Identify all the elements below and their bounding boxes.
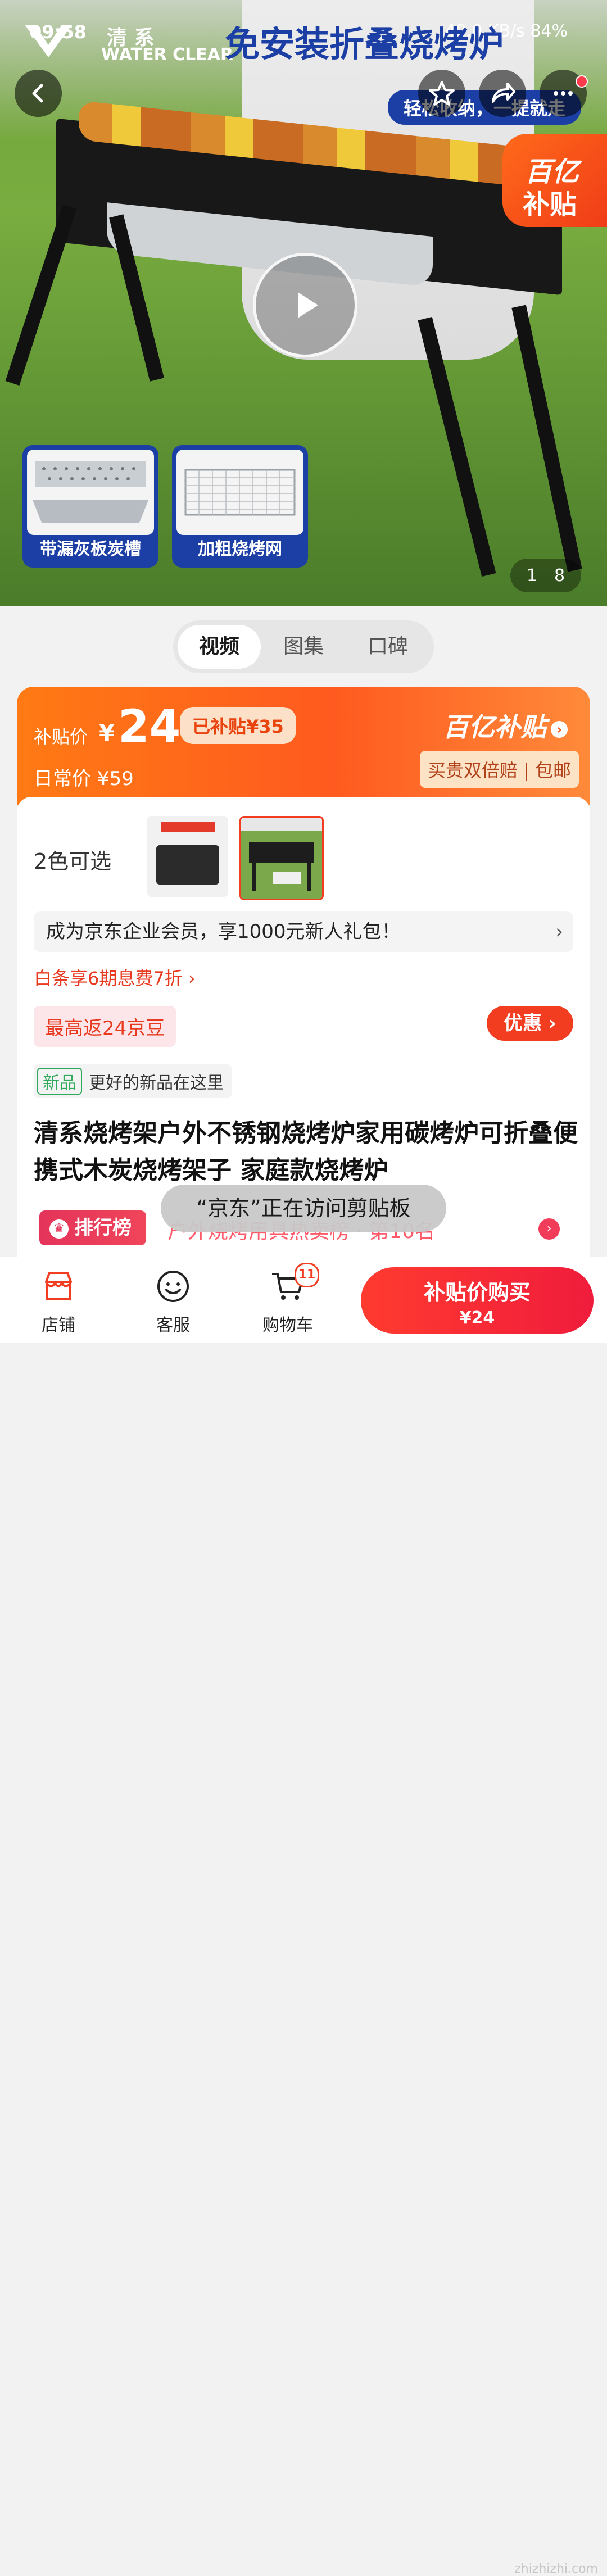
chevron-right-icon[interactable]: › [538, 1218, 560, 1240]
cart-button[interactable]: 11 购物车 [254, 1263, 321, 1336]
color-option-grill[interactable] [239, 816, 324, 900]
clipboard-toast: “京东”正在访问剪贴板 [161, 1185, 446, 1232]
customer-service-button[interactable]: 客服 [139, 1268, 207, 1336]
ranking-label: 排行榜 [74, 1217, 132, 1239]
promo-badge-line2: 补贴 [523, 189, 577, 220]
bottom-action-bar: 店铺 客服 11 购物车 补贴价购买 ¥24 zhizhizhi.com [0, 1257, 607, 2576]
member-banner-text: 成为京东企业会员，享1000元新人礼包！ [46, 920, 401, 943]
new-arrivals-tag[interactable]: 新品 更好的新品在这里 [34, 1064, 232, 1098]
watermark: zhizhizhi.com [514, 2562, 598, 2576]
star-icon [429, 81, 455, 106]
media-tabs: 视频 图集 口碑 [173, 620, 434, 673]
chevron-right-icon: › [551, 720, 568, 738]
enterprise-member-banner[interactable]: 成为京东企业会员，享1000元新人礼包！ › [34, 911, 573, 952]
grill-net-illustration [184, 469, 296, 516]
cart-count-badge: 11 [295, 1263, 319, 1287]
shop-label: 店铺 [42, 1316, 75, 1335]
feature-caption: 加粗烧烤网 [198, 539, 282, 559]
play-icon [298, 292, 318, 318]
grill-leg [511, 305, 582, 572]
ash-tray-illustration [33, 461, 148, 523]
price-banner: 补贴价 ¥ 24 已补贴¥35 日常价 ¥59 百亿补贴 › 买贵双倍赔 | 包邮 [17, 687, 590, 805]
product-gallery[interactable]: 清 系 WATER CLEAR 09:58 40.0 KB/s 84% 免安装折… [0, 0, 607, 606]
subsidy-amount-badge: 已补贴¥35 [180, 707, 296, 744]
grill-product-image [241, 818, 322, 899]
buy-button-label: 补贴价购买 [423, 1280, 531, 1305]
charcoal-product-image [147, 816, 228, 897]
cart-label: 购物车 [262, 1316, 313, 1335]
share-button[interactable] [479, 70, 526, 117]
grill-leg [5, 205, 77, 386]
feature-card-ash-tray: 带漏灰板炭槽 [22, 445, 158, 568]
shop-button[interactable]: 店铺 [25, 1268, 92, 1336]
tab-gallery[interactable]: 图集 [262, 625, 345, 669]
new-badge: 新品 [37, 1068, 82, 1095]
tab-reviews[interactable]: 口碑 [346, 625, 429, 669]
buy-now-button[interactable]: 补贴价购买 ¥24 [361, 1267, 594, 1334]
tab-video[interactable]: 视频 [178, 625, 261, 669]
new-arrivals-text: 更好的新品在这里 [89, 1073, 224, 1093]
chevron-left-icon [32, 84, 43, 103]
billion-subsidy-label: 百亿补贴 [443, 712, 546, 742]
favorite-button[interactable] [418, 70, 465, 117]
hero-headline: 免安装折叠烧烤炉 [225, 24, 504, 65]
brand-name-en: WATER CLEAR [101, 45, 234, 65]
guarantee-badge: 买贵双倍赔 | 包邮 [419, 751, 579, 788]
subsidy-price-label: 补贴价 [34, 726, 88, 747]
color-option-charcoal[interactable] [147, 816, 228, 897]
billion-subsidy-link[interactable]: 百亿补贴 › [443, 707, 568, 744]
gallery-counter-current: 1 [526, 565, 537, 586]
shop-icon [40, 1268, 76, 1304]
share-arrow-icon [492, 83, 515, 103]
gallery-counter-total: 8 [554, 565, 565, 586]
feature-caption: 带漏灰板炭槽 [40, 539, 141, 559]
gallery-counter: 1 8 [510, 559, 581, 592]
buy-button-price: ¥24 [459, 1308, 495, 1328]
ash-tray-image [27, 450, 154, 535]
feature-card-grill-net: 加粗烧烤网 [172, 445, 308, 568]
status-time: 09:58 [29, 21, 87, 43]
back-button[interactable] [15, 70, 62, 117]
grill-net-image [176, 450, 304, 535]
chat-face-icon [155, 1268, 191, 1304]
video-play-button[interactable] [253, 253, 357, 357]
chevron-right-icon: › [555, 920, 563, 943]
subsidy-price-value: 24 [118, 700, 181, 752]
service-label: 客服 [156, 1316, 190, 1335]
jingdou-rebate-badge: 最高返24京豆 [34, 1006, 176, 1047]
ranking-badge[interactable]: ♛ 排行榜 [39, 1210, 146, 1245]
product-title: 清系烧烤架户外不锈钢烧烤炉家用碳烤炉可折叠便携式木炭烧烤架子 家庭款烧烤炉 [34, 1119, 578, 1185]
price-currency: ¥ [99, 720, 115, 746]
notification-dot [576, 75, 588, 88]
trophy-icon: ♛ [49, 1219, 69, 1239]
more-dots-icon [554, 91, 573, 96]
baitiao-installment-link[interactable]: 白条享6期息费7折 › [34, 964, 196, 990]
subsidy-promo-badge[interactable]: 百亿 补贴 [502, 134, 607, 227]
cart-icon: 11 [270, 1263, 319, 1304]
color-options-label: 2色可选 [34, 849, 112, 874]
coupon-button[interactable]: 优惠 › [487, 1006, 573, 1041]
daily-price: 日常价 ¥59 [34, 768, 134, 790]
